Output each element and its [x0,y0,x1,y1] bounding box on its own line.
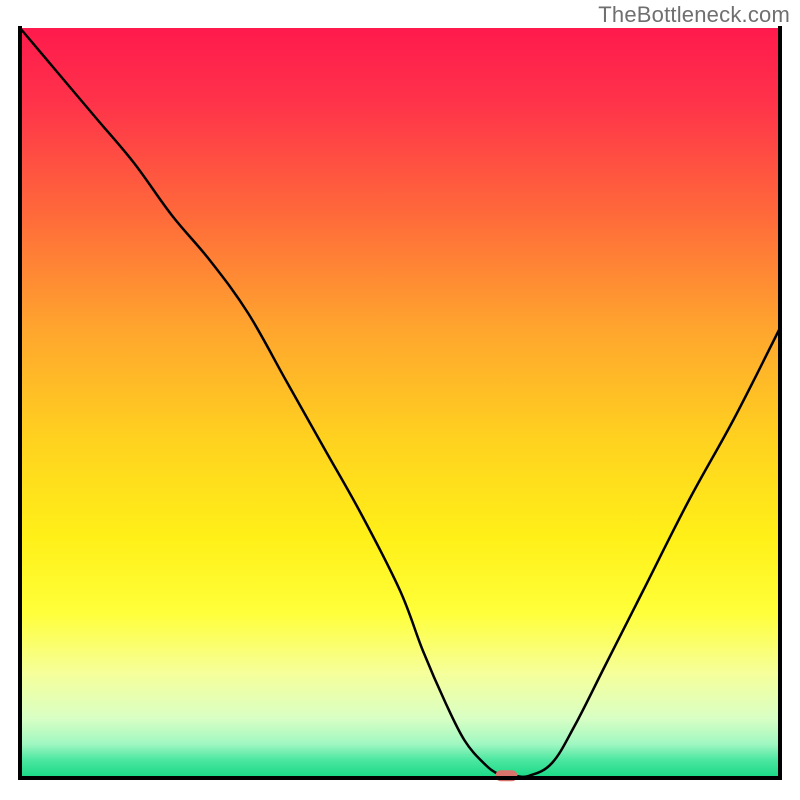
watermark-label: TheBottleneck.com [598,2,790,28]
bottleneck-chart [0,0,800,800]
chart-background [20,28,780,778]
